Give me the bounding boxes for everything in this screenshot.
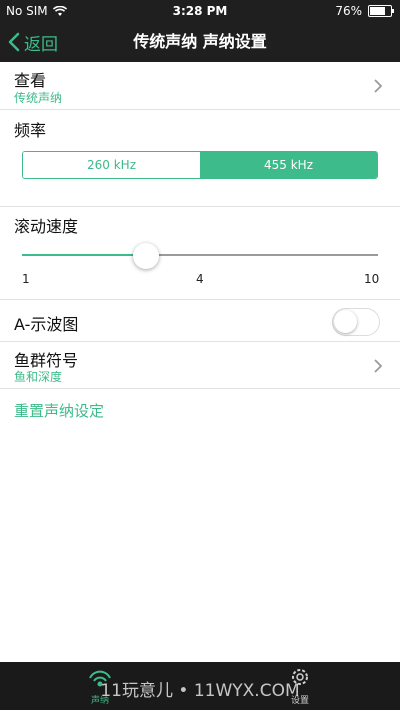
battery-percent: 76%	[335, 4, 362, 18]
chevron-right-icon	[374, 79, 382, 93]
slider-fill	[22, 254, 146, 256]
status-bar: No SIM 3:28 PM 76%	[0, 0, 400, 22]
frequency-option-455[interactable]: 455 kHz	[200, 152, 377, 178]
frequency-option-260[interactable]: 260 kHz	[23, 152, 200, 178]
slider-mid-label: 4	[196, 272, 204, 286]
scroll-speed-slider[interactable]	[22, 254, 378, 256]
frequency-label: 频率	[14, 121, 47, 140]
page-title: 传统声纳 声纳设置	[133, 32, 267, 51]
back-label: 返回	[24, 34, 58, 55]
fish-symbol-value: 鱼和深度	[14, 370, 63, 384]
chevron-right-icon	[374, 359, 382, 373]
chevron-left-icon	[8, 32, 20, 52]
battery-icon	[368, 5, 394, 17]
watermark-text: 11玩意儿 • 11WYX.COM	[100, 681, 300, 701]
slider-min-label: 1	[22, 272, 30, 286]
frequency-segmented-control: 260 kHz 455 kHz	[22, 151, 378, 179]
reset-sonar-button[interactable]: 重置声纳设定	[14, 400, 104, 421]
a-scope-label: A-示波图	[14, 315, 79, 334]
slider-max-label: 10	[364, 272, 380, 286]
view-value: 传统声纳	[14, 91, 63, 105]
battery-fill	[370, 7, 386, 15]
back-button[interactable]: 返回	[8, 22, 58, 62]
toggle-knob	[334, 310, 357, 333]
status-right: 76%	[335, 4, 394, 18]
fish-symbol-row[interactable]: 鱼群符号 鱼和深度	[0, 342, 400, 389]
scroll-speed-label: 滚动速度	[14, 217, 79, 236]
a-scope-toggle[interactable]	[332, 308, 380, 336]
nav-bar: 返回 传统声纳 声纳设置	[0, 22, 400, 62]
slider-thumb[interactable]	[133, 243, 159, 269]
view-row[interactable]: 查看 传统声纳	[0, 62, 400, 110]
view-title: 查看	[14, 71, 47, 90]
